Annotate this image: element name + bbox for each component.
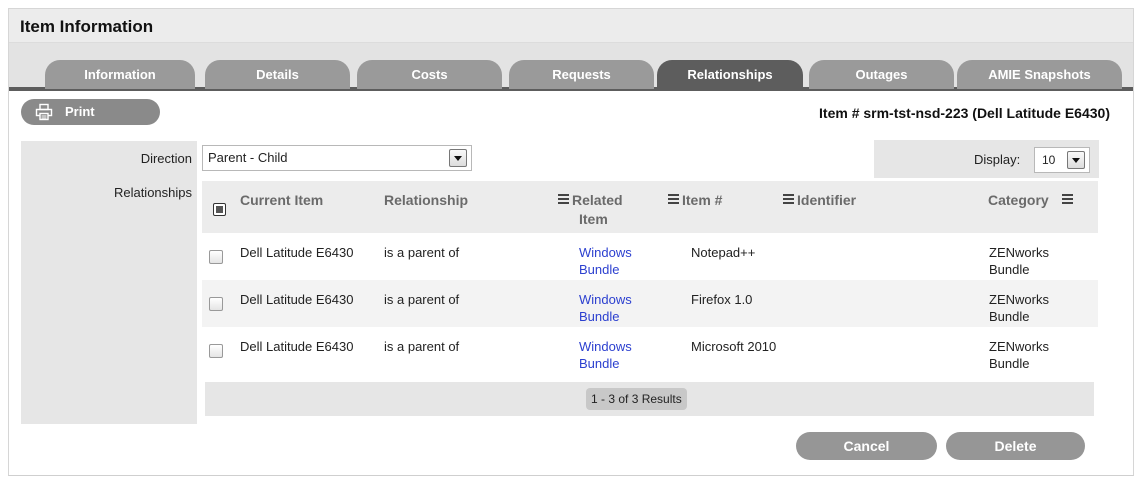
tab-amie-snapshots[interactable]: AMIE Snapshots [957,60,1122,89]
item-information-panel: Item Information Information Details Cos… [8,8,1134,476]
tab-requests[interactable]: Requests [509,60,654,89]
direction-value: Parent - Child [208,150,288,165]
relationship-cell: is a parent of [384,292,460,307]
related-item-line1[interactable]: Windows [579,339,632,354]
related-item-line2[interactable]: Bundle [579,356,619,371]
display-label: Display: [974,152,1021,167]
column-menu-icon[interactable] [783,194,794,204]
related-item-link[interactable]: Windows Bundle [579,291,632,325]
printer-icon [35,103,53,121]
current-item-cell: Dell Latitude E6430 [240,245,354,260]
column-menu-icon[interactable] [558,194,569,204]
related-item-line1[interactable]: Windows [579,245,632,260]
display-select[interactable]: 10 [1034,147,1090,173]
results-count: 1 - 3 of 3 Results [586,388,687,410]
select-all-checkbox[interactable] [213,203,226,216]
category-line1: ZENworks [989,339,1049,354]
table-header: Current Item Relationship Related Item I… [202,181,1098,233]
col-current-item[interactable]: Current Item [240,191,323,210]
col-item-number[interactable]: Item # [668,191,722,210]
form-label-column [21,141,197,424]
col-category[interactable]: Category [988,191,1076,210]
table-row: Dell Latitude E6430 is a parent of Windo… [202,233,1098,280]
col-item-number-label: Item # [682,192,723,208]
page-title: Item Information [20,17,154,36]
cancel-button[interactable]: Cancel [796,432,937,460]
print-label: Print [65,104,95,119]
category-line2: Bundle [989,262,1030,277]
delete-button[interactable]: Delete [946,432,1085,460]
category-line1: ZENworks [989,245,1049,260]
table-row: Dell Latitude E6430 is a parent of Windo… [202,280,1098,327]
column-menu-icon[interactable] [668,194,679,204]
chevron-down-icon[interactable] [449,149,467,167]
item-number-cell: Microsoft 2010 [691,339,777,354]
display-value: 10 [1042,153,1056,167]
pagination-bar: 1 - 3 of 3 Results [205,382,1094,416]
column-menu-icon[interactable] [1061,194,1073,204]
col-identifier[interactable]: Identifier [783,191,856,210]
related-item-link[interactable]: Windows Bundle [579,244,632,278]
item-number-cell: Notepad++ [691,245,756,260]
tab-costs[interactable]: Costs [357,60,502,89]
chevron-down-icon[interactable] [1067,151,1085,169]
col-related-item[interactable]: Related Item [558,191,623,229]
row-checkbox[interactable] [209,250,223,264]
category-line1: ZENworks [989,292,1049,307]
table-row: Dell Latitude E6430 is a parent of Windo… [202,327,1098,374]
tab-information[interactable]: Information [45,60,195,89]
direction-label: Direction [140,151,192,166]
current-item-cell: Dell Latitude E6430 [240,292,354,307]
tab-relationships[interactable]: Relationships [657,60,803,89]
relationship-cell: is a parent of [384,339,460,354]
tab-outages[interactable]: Outages [809,60,954,89]
category-line2: Bundle [989,356,1030,371]
row-checkbox[interactable] [209,297,223,311]
relationships-label: Relationships [113,185,192,200]
related-item-line2[interactable]: Bundle [579,262,619,277]
col-related-item-line2: Item [579,211,608,227]
item-heading: Item # srm-tst-nsd-223 (Dell Latitude E6… [819,105,1110,121]
category-cell: ZENworks Bundle [989,291,1049,325]
category-cell: ZENworks Bundle [989,244,1049,278]
current-item-cell: Dell Latitude E6430 [240,339,354,354]
col-category-label: Category [988,192,1049,208]
title-bar: Item Information [9,9,1133,43]
tab-details[interactable]: Details [205,60,350,89]
item-number-cell: Firefox 1.0 [691,292,753,307]
row-checkbox[interactable] [209,344,223,358]
related-item-link[interactable]: Windows Bundle [579,338,632,372]
category-cell: ZENworks Bundle [989,338,1049,372]
col-related-item-line1: Related [572,192,623,208]
category-line2: Bundle [989,309,1030,324]
display-control: Display: 10 [874,140,1099,178]
related-item-line2[interactable]: Bundle [579,309,619,324]
col-identifier-label: Identifier [797,192,857,208]
col-relationship[interactable]: Relationship [384,191,468,210]
print-button[interactable]: Print [21,99,160,125]
relationship-cell: is a parent of [384,245,460,260]
related-item-line1[interactable]: Windows [579,292,632,307]
direction-select[interactable]: Parent - Child [202,145,472,171]
